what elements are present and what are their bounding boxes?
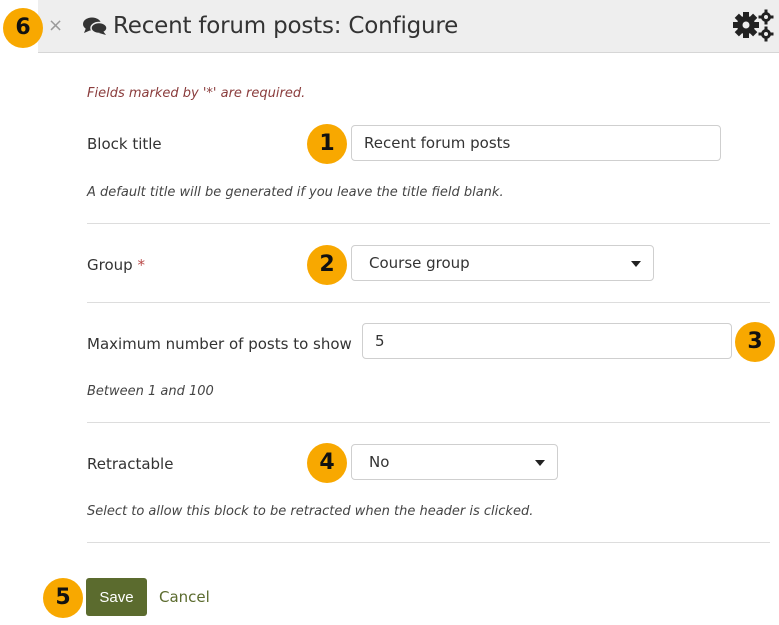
callout-badge-1: 1 bbox=[307, 124, 347, 164]
callout-badge-5: 5 bbox=[43, 578, 83, 618]
chevron-down-icon bbox=[535, 460, 545, 466]
callout-badge-3: 3 bbox=[735, 322, 775, 362]
save-button[interactable]: Save bbox=[86, 578, 147, 616]
group-label: Group * bbox=[87, 256, 145, 274]
divider bbox=[87, 422, 770, 423]
block-title-help: A default title will be generated if you… bbox=[87, 185, 504, 200]
retractable-help: Select to allow this block to be retract… bbox=[87, 504, 534, 519]
required-star: * bbox=[137, 256, 145, 274]
chevron-down-icon bbox=[631, 261, 641, 267]
max-posts-label: Maximum number of posts to show bbox=[87, 335, 352, 353]
callout-badge-4: 4 bbox=[307, 443, 347, 483]
dialog-title: Recent forum posts: Configure bbox=[113, 13, 459, 39]
divider bbox=[87, 302, 770, 303]
required-fields-note: Fields marked by '*' are required. bbox=[87, 86, 306, 101]
group-label-text: Group bbox=[87, 256, 133, 274]
callout-badge-2: 2 bbox=[307, 245, 347, 285]
retractable-select-value: No bbox=[369, 453, 390, 471]
cancel-link[interactable]: Cancel bbox=[159, 588, 210, 606]
max-posts-input[interactable]: 5 bbox=[362, 323, 732, 359]
retractable-label: Retractable bbox=[87, 455, 174, 473]
callout-badge-6: 6 bbox=[3, 8, 43, 48]
close-icon[interactable]: × bbox=[48, 14, 63, 38]
comments-icon bbox=[82, 15, 108, 41]
block-title-label: Block title bbox=[87, 135, 162, 153]
group-select-value: Course group bbox=[369, 254, 470, 272]
max-posts-help: Between 1 and 100 bbox=[87, 384, 214, 399]
retractable-select[interactable]: No bbox=[351, 444, 558, 480]
group-select[interactable]: Course group bbox=[351, 245, 654, 281]
divider bbox=[87, 542, 770, 543]
divider bbox=[87, 223, 770, 224]
block-title-input[interactable]: Recent forum posts bbox=[351, 125, 721, 161]
cogs-icon[interactable] bbox=[732, 8, 776, 46]
